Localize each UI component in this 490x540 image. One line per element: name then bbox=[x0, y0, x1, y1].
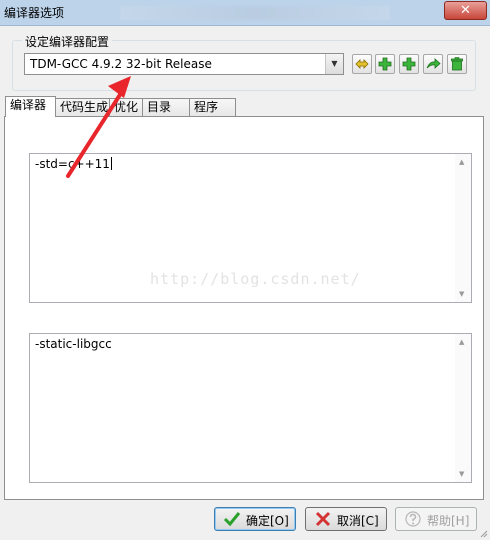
tab-programs[interactable]: 程序 bbox=[189, 98, 236, 117]
text-caret bbox=[110, 157, 112, 170]
rename-icon bbox=[355, 59, 369, 69]
compiler-set-value: TDM-GCC 4.9.2 32-bit Release bbox=[30, 57, 212, 71]
compiler-commands-text: -std=c++11 bbox=[35, 157, 112, 171]
compiler-set-label: 设定编译器配置 bbox=[22, 33, 113, 50]
add-icon bbox=[402, 57, 416, 71]
compiler-set-dropdown[interactable]: TDM-GCC 4.9.2 32-bit Release ▼ bbox=[24, 53, 344, 75]
chevron-down-icon[interactable]: ▼ bbox=[325, 54, 343, 74]
scroll-down-arrow-icon[interactable]: ▼ bbox=[459, 290, 464, 298]
arrow-icon bbox=[426, 58, 441, 69]
tab-compiler[interactable]: 编译器 bbox=[5, 96, 56, 117]
cross-icon bbox=[315, 511, 331, 527]
linker-commands-text: -static-libgcc bbox=[35, 337, 112, 351]
compiler-tab-panel: -std=c++11 ▲ ▼ -static-libgcc ▲ ▼ bbox=[4, 116, 484, 500]
scroll-down-arrow-icon[interactable]: ▼ bbox=[459, 470, 464, 478]
linker-commands-textarea[interactable]: -static-libgcc ▲ ▼ bbox=[29, 333, 472, 483]
delete-compiler-set-button[interactable] bbox=[447, 54, 467, 74]
help-label: 帮助[H] bbox=[427, 514, 470, 528]
scroll-up-arrow-icon[interactable]: ▲ bbox=[459, 158, 464, 166]
checkmark-icon bbox=[223, 512, 241, 527]
window-title: 编译器选项 bbox=[4, 6, 65, 20]
compiler-commands-scrollbar[interactable]: ▲ ▼ bbox=[455, 154, 471, 302]
add-icon bbox=[378, 57, 392, 71]
add-compiler-set-button[interactable] bbox=[375, 54, 395, 74]
close-button[interactable]: ✕ bbox=[444, 1, 487, 20]
tab-code-generation[interactable]: 代码生成 bbox=[55, 98, 110, 117]
help-icon bbox=[405, 511, 421, 527]
resize-grip-icon[interactable] bbox=[478, 528, 488, 538]
tab-directories[interactable]: 目录 bbox=[142, 98, 190, 117]
ok-button[interactable]: 确定[O] bbox=[214, 507, 296, 531]
cancel-label: 取消[C] bbox=[337, 514, 379, 528]
linker-commands-scrollbar[interactable]: ▲ ▼ bbox=[455, 334, 471, 482]
add-compiler-set-folder-button[interactable] bbox=[399, 54, 419, 74]
delete-icon bbox=[451, 57, 463, 71]
cancel-button[interactable]: 取消[C] bbox=[305, 507, 387, 531]
title-bar: 编译器选项 ✕ bbox=[0, 0, 490, 26]
scroll-up-arrow-icon[interactable]: ▲ bbox=[459, 338, 464, 346]
rename-compiler-set-button[interactable] bbox=[352, 54, 372, 74]
ok-label: 确定[O] bbox=[246, 514, 289, 528]
find-compiler-set-button[interactable] bbox=[423, 54, 443, 74]
tab-optimization[interactable]: 优化 bbox=[109, 98, 143, 117]
watermark: http://blog.csdn.net/ bbox=[150, 270, 361, 288]
help-button[interactable]: 帮助[H] bbox=[395, 507, 477, 531]
blurred-background-title bbox=[120, 6, 390, 20]
